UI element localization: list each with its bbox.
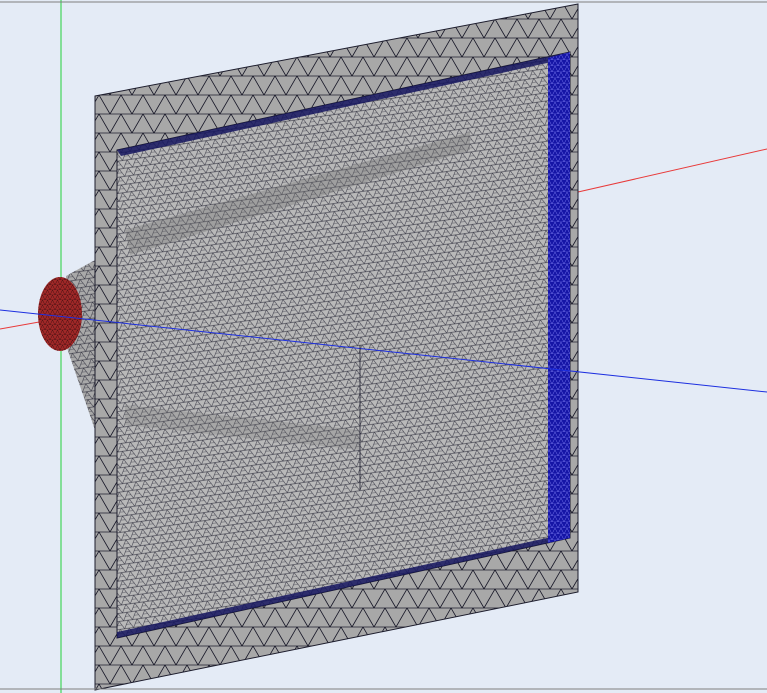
graphics-viewport[interactable] <box>0 0 767 693</box>
port-boundary-mesh <box>38 277 82 351</box>
selected-boundary-strip-mesh <box>548 52 570 543</box>
mesh-scene[interactable] <box>0 0 767 693</box>
